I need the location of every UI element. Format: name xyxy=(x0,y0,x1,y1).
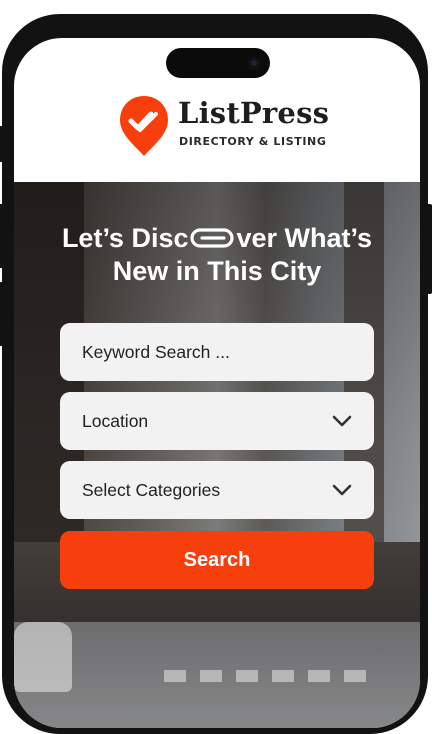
brand-logo[interactable]: ListPress DIRECTORY & LISTING xyxy=(118,94,330,158)
phone-power-button xyxy=(427,204,432,294)
phone-volume-up-button xyxy=(0,204,3,268)
keyword-search-input[interactable]: Keyword Search ... xyxy=(60,323,374,381)
hero-section: Let’s Disc ver What’s New in This City Ke… xyxy=(14,182,420,728)
chevron-down-icon xyxy=(332,484,352,496)
headline-text-part1: Let’s Disc xyxy=(61,223,189,253)
search-button[interactable]: Search xyxy=(60,531,374,589)
chevron-down-icon xyxy=(332,415,352,427)
map-pin-check-icon xyxy=(120,96,168,156)
hero-headline: Let’s Disc ver What’s New in This City xyxy=(14,222,420,288)
keyword-search-placeholder: Keyword Search ... xyxy=(82,341,230,362)
brand-tagline: DIRECTORY & LISTING xyxy=(179,135,327,148)
location-select-label: Location xyxy=(82,410,149,431)
category-select-label: Select Categories xyxy=(82,479,221,500)
phone-side-button xyxy=(0,126,3,162)
camera-icon xyxy=(248,57,260,69)
paperclip-icon xyxy=(189,228,234,248)
headline-text-part2: ver What’s xyxy=(236,223,373,253)
phone-screen: ListPress DIRECTORY & LISTING Let’s Disc… xyxy=(14,38,420,728)
location-select[interactable]: Location xyxy=(60,392,374,450)
phone-frame: ListPress DIRECTORY & LISTING Let’s Disc… xyxy=(0,14,432,734)
headline-line2: New in This City xyxy=(112,256,322,286)
dynamic-island xyxy=(166,48,270,78)
category-select[interactable]: Select Categories xyxy=(60,461,374,519)
phone-volume-down-button xyxy=(0,282,3,346)
brand-name: ListPress xyxy=(178,96,330,130)
